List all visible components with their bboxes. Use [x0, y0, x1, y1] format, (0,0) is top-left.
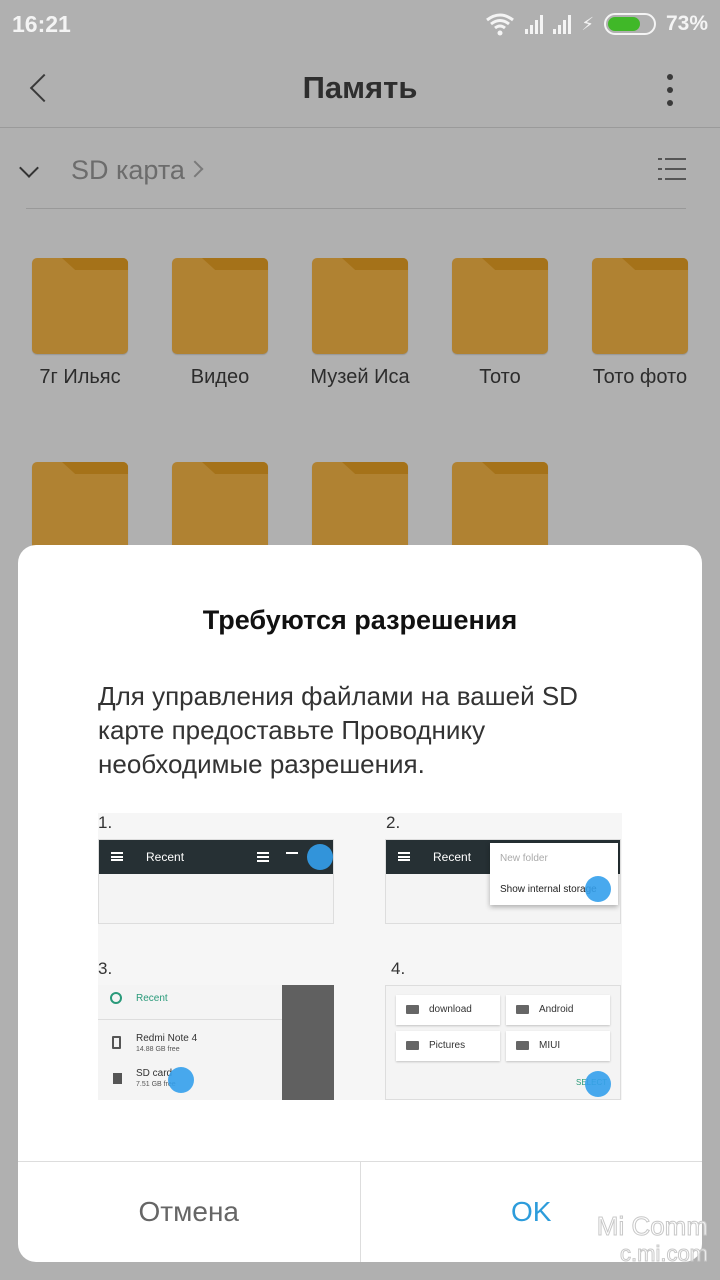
folder-icon: [312, 462, 408, 558]
folder-icon: [592, 258, 688, 354]
dialog-title: Требуются разрешения: [202, 605, 518, 635]
tap-indicator: [585, 1071, 611, 1097]
step3-screenshot: Recent Redmi Note 4 14.88 GB free SD car…: [98, 985, 334, 1100]
menu-item-new-folder: New folder: [500, 853, 548, 864]
step-number: 4.: [391, 959, 406, 978]
watermark-brand: Mi Comm: [596, 1211, 708, 1241]
mini-toolbar-title: Recent: [433, 850, 472, 864]
folder-tile: MIUI: [506, 1031, 610, 1061]
folder-tile-label: MIUI: [539, 1040, 561, 1051]
charging-icon: ⚡: [581, 13, 594, 34]
path-bar: SD карта: [19, 129, 686, 209]
folder-tile: Android: [506, 995, 610, 1025]
folder-item[interactable]: Тото фото: [592, 258, 688, 389]
step2-screenshot: Recent New folder Show internal storage: [385, 839, 621, 924]
folder-tile: Pictures: [396, 1031, 500, 1061]
permission-dialog: Требуются разрешения Для управления файл…: [18, 545, 702, 1262]
step4-screenshot: download Android Pictures MIUI SELECT: [385, 985, 621, 1100]
dialog-message: Для управления файлами на вашей SD карте…: [98, 681, 578, 779]
step-number: 1.: [98, 813, 113, 832]
device-name: Redmi Note 4: [136, 1033, 198, 1044]
folder-item[interactable]: Музей Иса: [310, 258, 410, 389]
folder-icon: [516, 1005, 529, 1014]
instruction-image: 1. Recent 2. Recent New folder Show inte…: [98, 813, 622, 1100]
sort-icon: [286, 852, 298, 862]
folder-name: Тото фото: [592, 366, 688, 388]
chevron-down-icon[interactable]: [19, 158, 39, 178]
folder-icon: [32, 258, 128, 354]
battery-icon: [603, 13, 656, 35]
signal-icon: [553, 14, 572, 34]
folder-item[interactable]: [32, 462, 128, 558]
step-number: 3.: [98, 959, 113, 978]
mini-toolbar: Recent: [99, 840, 333, 874]
battery-percent: 73%: [665, 12, 708, 35]
breadcrumb-sd-card[interactable]: SD карта: [71, 155, 185, 185]
scrim: [282, 985, 334, 1100]
sd-card-icon: [113, 1073, 122, 1084]
watermark: Mi Comm c.mi.com: [596, 1211, 708, 1268]
folder-icon: [312, 258, 408, 354]
folder-name: Видео: [190, 366, 250, 388]
folder-icon: [172, 258, 268, 354]
folder-tile-label: Android: [539, 1004, 574, 1015]
folder-icon: [406, 1005, 419, 1014]
more-vertical-icon: [667, 74, 673, 80]
cancel-button[interactable]: Отмена: [18, 1162, 361, 1262]
overflow-menu: New folder Show internal storage: [490, 843, 618, 905]
page-title: Память: [302, 70, 418, 105]
folder-icon: [406, 1041, 419, 1050]
signal-icon: [525, 14, 544, 34]
tap-indicator: [585, 876, 611, 902]
status-icons: ⚡ 73%: [485, 12, 708, 36]
folder-item[interactable]: [172, 462, 268, 558]
status-bar: 16:21 ⚡ 73%: [0, 0, 720, 50]
menu-icon: [398, 852, 410, 861]
clock-icon: [110, 992, 122, 1004]
folder-name: 7г Ильяс: [39, 366, 121, 388]
breadcrumb[interactable]: SD карта: [71, 155, 204, 186]
folder-tile-label: download: [429, 1004, 472, 1015]
watermark-url: c.mi.com: [619, 1241, 708, 1267]
folder-name: Музей Иса: [310, 366, 410, 388]
phone-icon: [112, 1036, 121, 1049]
menu-item-show-internal-storage: Show internal storage: [500, 884, 597, 895]
drawer-item-device: Redmi Note 4 14.88 GB free: [136, 1033, 197, 1053]
menu-icon: [111, 852, 123, 861]
tap-indicator: [307, 844, 333, 870]
folder-icon: [172, 462, 268, 558]
folder-icon: [452, 258, 548, 354]
folder-icon: [452, 462, 548, 558]
folder-name: Тото: [479, 366, 521, 388]
drawer-item-recent: Recent: [136, 993, 168, 1004]
folder-item[interactable]: [452, 462, 548, 558]
clock: 16:21: [12, 11, 71, 37]
app-bar: Память: [0, 50, 720, 128]
folder-icon: [516, 1041, 529, 1050]
folder-item[interactable]: 7г Ильяс: [32, 258, 128, 389]
folder-item[interactable]: Видео: [172, 258, 268, 389]
wifi-icon: [486, 13, 515, 36]
battery-level: [607, 17, 641, 31]
more-options-button[interactable]: [660, 74, 680, 106]
folder-item[interactable]: Тото: [452, 258, 548, 389]
device-free-space: 14.88 GB free: [136, 1046, 180, 1053]
list-view-icon[interactable]: [658, 157, 686, 181]
list-icon: [257, 852, 269, 862]
mini-toolbar-title: Recent: [146, 850, 185, 864]
folder-tile-label: Pictures: [429, 1040, 466, 1051]
step-number: 2.: [386, 813, 401, 832]
chevron-right-icon: [186, 160, 204, 178]
folder-item[interactable]: [312, 462, 408, 558]
step1-screenshot: Recent: [98, 839, 334, 924]
folder-icon: [32, 462, 128, 558]
folder-tile: download: [396, 995, 500, 1025]
tap-indicator: [168, 1067, 194, 1093]
sd-card-name: SD card: [136, 1068, 173, 1079]
